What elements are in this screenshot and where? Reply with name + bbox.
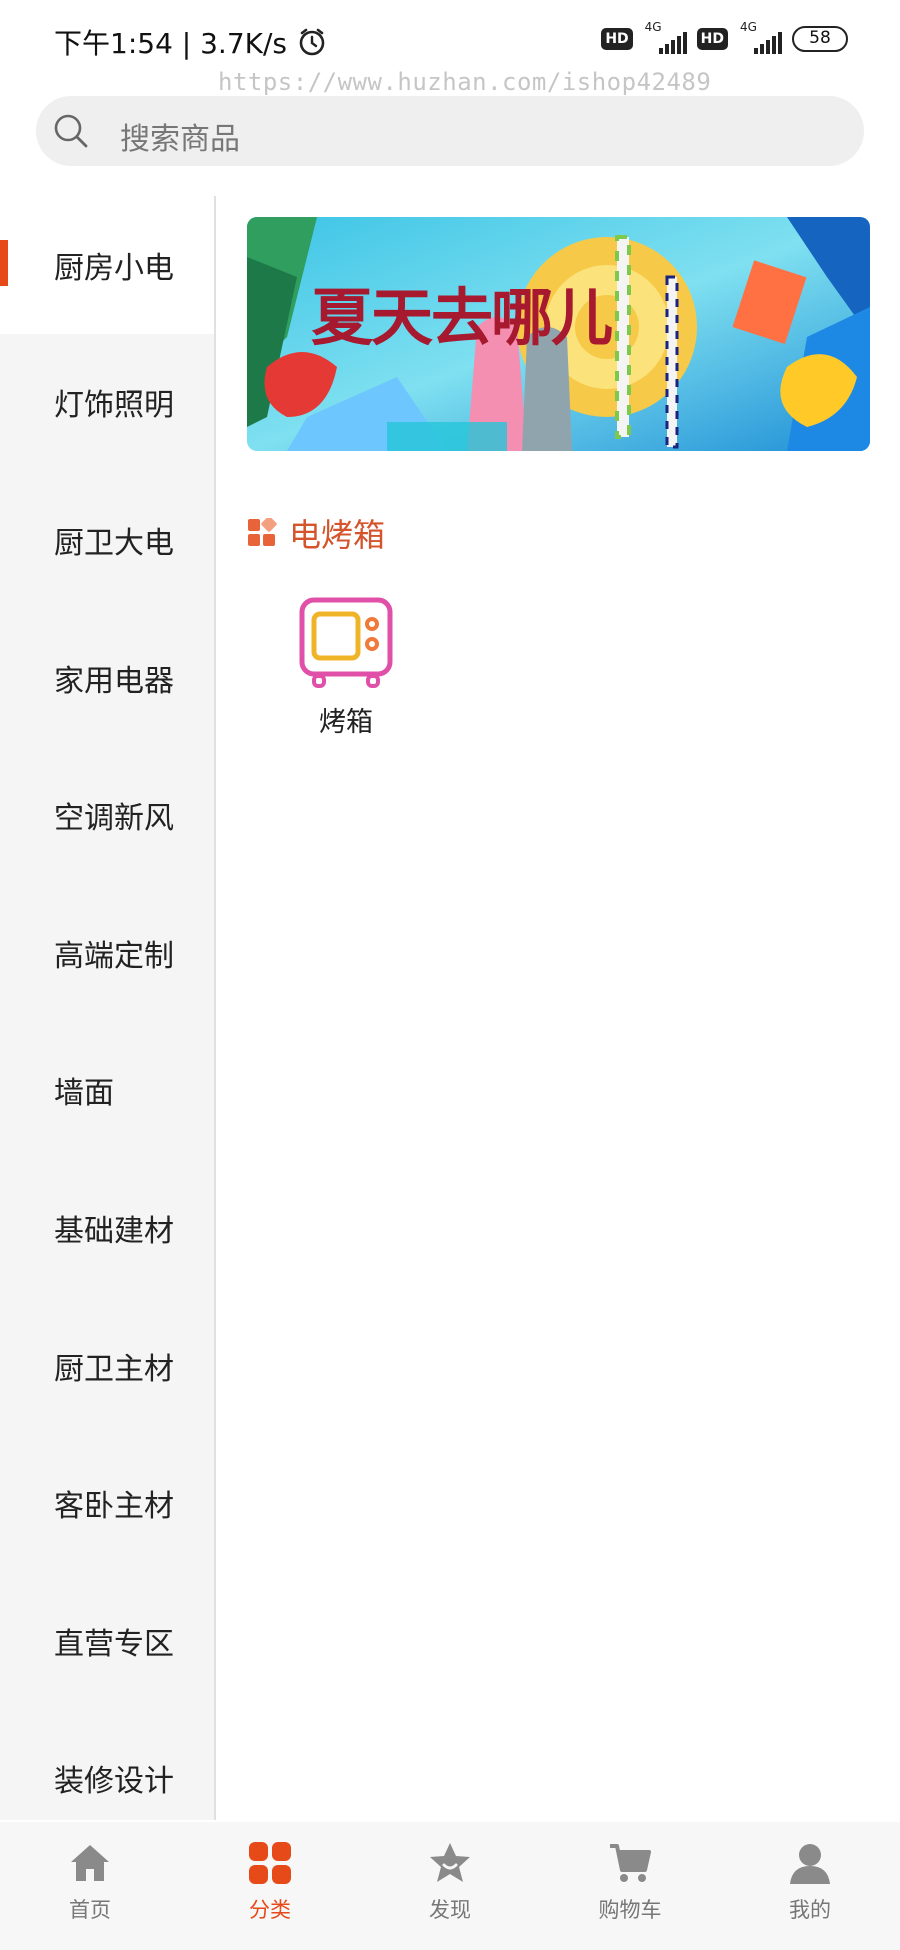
status-time-speed-group: 下午1:54 | 3.7K/s — [54, 22, 327, 62]
product-label: 烤箱 — [319, 707, 373, 738]
sidebar-item-label: 厨卫大电 — [54, 525, 174, 561]
tab-cart[interactable]: 购物车 — [540, 1822, 720, 1950]
network-type-1: 4G — [644, 20, 662, 34]
sidebar-item-label: 高端定制 — [54, 938, 174, 974]
tab-label: 首页 — [69, 1898, 111, 1922]
sidebar-item-air-conditioning[interactable]: 空调新风 — [0, 746, 214, 884]
sidebar-item-kitchen-bath-materials[interactable]: 厨卫主材 — [0, 1297, 214, 1435]
network-type-2: 4G — [740, 20, 757, 34]
signal-icon-2: 4G — [738, 20, 782, 54]
sidebar-item-label: 墙面 — [54, 1076, 114, 1112]
section-header: 电烤箱 — [247, 510, 385, 556]
watermark: https://www.huzhan.com/ishop42489 — [218, 68, 712, 96]
tab-discover[interactable]: 发现 — [360, 1822, 540, 1950]
sidebar-item-label: 厨卫主材 — [54, 1351, 174, 1387]
sidebar-item-label: 空调新风 — [54, 801, 174, 837]
sidebar-item-lighting[interactable]: 灯饰照明 — [0, 334, 214, 472]
product-tile-oven[interactable]: 烤箱 — [296, 596, 396, 739]
sidebar-item-building-materials[interactable]: 基础建材 — [0, 1159, 214, 1297]
category-grid-icon — [248, 518, 277, 546]
sidebar-item-label: 家用电器 — [54, 663, 174, 699]
hd-badge-1: HD — [601, 28, 633, 50]
tab-home[interactable]: 首页 — [0, 1822, 180, 1950]
search-icon — [54, 114, 88, 148]
sidebar-item-renovation-design[interactable]: 装修设计 — [0, 1710, 214, 1820]
search-input[interactable]: 搜索商品 — [36, 96, 864, 166]
sidebar-item-label: 基础建材 — [54, 1213, 174, 1249]
sidebar-item-label: 厨房小电 — [54, 250, 174, 286]
sidebar-item-label: 客卧主材 — [54, 1489, 174, 1525]
sidebar-item-walls[interactable]: 墙面 — [0, 1022, 214, 1160]
sidebar-item-custom[interactable]: 高端定制 — [0, 884, 214, 1022]
sidebar-item-label: 直营专区 — [54, 1626, 174, 1662]
category-sidebar: 厨房小电 灯饰照明 厨卫大电 家用电器 空调新风 高端定制 墙面 基础建材 厨卫… — [0, 196, 216, 1820]
bottom-tab-bar: 首页 分类 发现 购物车 我的 — [0, 1822, 900, 1950]
tab-label: 购物车 — [598, 1898, 662, 1922]
discover-icon — [430, 1843, 470, 1882]
battery-icon: 58 — [792, 26, 848, 52]
sidebar-item-kitchen-appliances[interactable]: 厨房小电 — [0, 196, 214, 334]
sidebar-item-living-bedroom-materials[interactable]: 客卧主材 — [0, 1434, 214, 1572]
hd-badge-2: HD — [696, 28, 728, 50]
sidebar-item-direct-store[interactable]: 直营专区 — [0, 1572, 214, 1710]
alarm-icon — [299, 28, 325, 56]
signal-icon-1: 4G — [643, 20, 687, 54]
tab-label: 我的 — [789, 1898, 831, 1922]
status-time-speed: 下午1:54 | 3.7K/s — [54, 27, 288, 60]
category-icon — [249, 1842, 291, 1884]
oven-icon — [299, 597, 393, 688]
home-icon — [71, 1845, 109, 1881]
tab-label: 发现 — [429, 1898, 471, 1922]
tab-category[interactable]: 分类 — [180, 1822, 360, 1950]
section-title: 电烤箱 — [289, 516, 386, 554]
sidebar-item-label: 装修设计 — [54, 1764, 174, 1800]
sidebar-item-label: 灯饰照明 — [54, 388, 174, 424]
sidebar-item-home-appliances[interactable]: 家用电器 — [0, 609, 214, 747]
cart-icon — [610, 1844, 651, 1882]
banner-text: 夏天去哪儿 — [311, 281, 613, 354]
tab-profile[interactable]: 我的 — [720, 1822, 900, 1950]
profile-icon — [790, 1844, 830, 1884]
search-placeholder: 搜索商品 — [120, 122, 240, 157]
sidebar-item-kitchen-bath-major[interactable]: 厨卫大电 — [0, 471, 214, 609]
tab-label: 分类 — [249, 1898, 291, 1922]
promo-banner[interactable]: 夏天去哪儿 — [247, 217, 870, 451]
status-indicators: HD 4G HD 4G 58 — [601, 20, 848, 54]
